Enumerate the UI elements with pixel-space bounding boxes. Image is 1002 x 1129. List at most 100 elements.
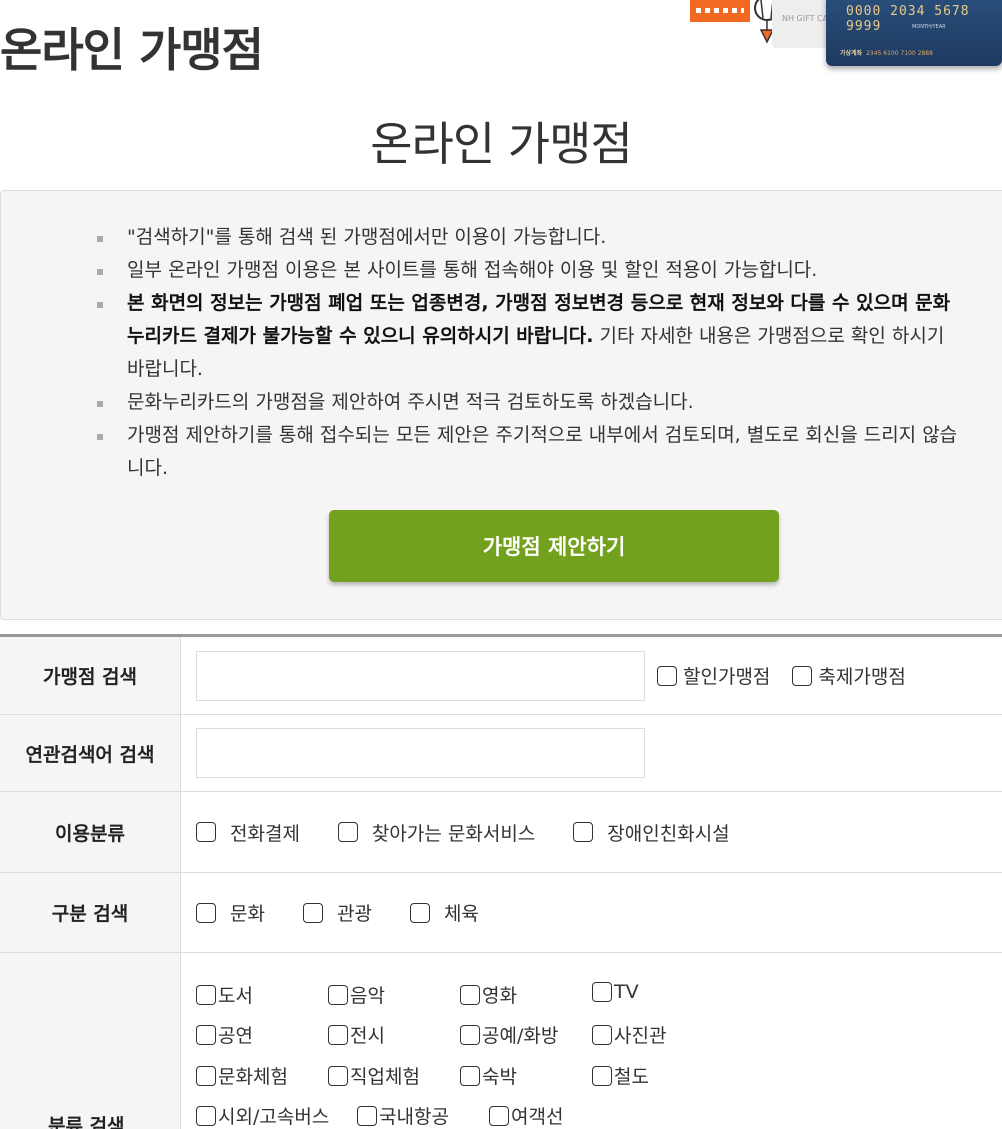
category-label: 분류 검색 xyxy=(48,1115,125,1129)
category-checkbox-ferry[interactable]: 여객선 xyxy=(489,1102,563,1129)
division-label: 구분 검색 xyxy=(0,873,181,952)
checkbox-box[interactable] xyxy=(196,984,216,1005)
header: 온라인 가맹점 NH GIFT CA 0000 2034 5678 9999 M… xyxy=(0,0,1002,80)
suggest-store-button[interactable]: 가맹점 제안하기 xyxy=(329,510,779,582)
culture-card-image: 0000 2034 5678 9999 MONTH/YEAR 가상계좌 2345 … xyxy=(826,0,1002,66)
category-checkbox-books[interactable]: 도서 xyxy=(196,981,253,1008)
category-options: 도서 음악 영화 TV 공연 전시 공예/화방 사진관 문화체험 직업체험 숙박… xyxy=(181,953,1002,1128)
checkbox-box[interactable] xyxy=(196,1105,216,1126)
checkbox-box[interactable] xyxy=(573,822,594,842)
festival-store-checkbox[interactable]: 축제가맹점 xyxy=(792,662,906,689)
checkbox-label: 문화체험 xyxy=(218,1066,288,1088)
search-table: 가맹점 검색 할인가맹점 축제가맹점 연관검색어 검색 이용분류 전화결제 찾아… xyxy=(0,634,1002,1129)
checkbox-label: 전시 xyxy=(350,1025,385,1047)
usage-phone-checkbox[interactable]: 전화결제 xyxy=(196,819,300,846)
notice-text: 문화누리카드의 가맹점을 제안하여 주시면 적극 검토하도록 하겠습니다. xyxy=(127,391,694,413)
checkbox-label: 영화 xyxy=(482,985,517,1007)
checkbox-label: 체육 xyxy=(443,903,479,925)
checkbox-label: 할인가맹점 xyxy=(683,666,771,688)
checkbox-box[interactable] xyxy=(460,984,480,1005)
division-tourism-checkbox[interactable]: 관광 xyxy=(302,899,372,926)
category-checkbox-photo[interactable]: 사진관 xyxy=(592,1021,666,1048)
checkbox-box[interactable] xyxy=(328,984,348,1005)
category-checkbox-job-experience[interactable]: 직업체험 xyxy=(328,1062,420,1089)
checkbox-box[interactable] xyxy=(657,665,677,686)
section-title: 온라인 가맹점 xyxy=(370,117,633,171)
checkbox-box[interactable] xyxy=(460,1024,480,1045)
checkbox-label: TV xyxy=(614,981,639,1003)
gift-card-text: NH GIFT CA xyxy=(782,14,829,23)
checkbox-label: 사진관 xyxy=(614,1025,667,1047)
notice-item: 문화누리카드의 가맹점을 제안하여 주시면 적극 검토하도록 하겠습니다. xyxy=(97,386,963,419)
division-sports-checkbox[interactable]: 체육 xyxy=(409,899,479,926)
category-checkbox-bus[interactable]: 시외/고속버스 xyxy=(196,1102,329,1129)
related-search-label: 연관검색어 검색 xyxy=(0,715,181,791)
notice-text: "검색하기"를 통해 검색 된 가맹점에서만 이용이 가능합니다. xyxy=(127,226,607,248)
discount-store-checkbox[interactable]: 할인가맹점 xyxy=(657,662,770,689)
usage-label: 이용분류 xyxy=(0,792,181,872)
checkbox-box[interactable] xyxy=(489,1105,509,1126)
checkbox-label: 문화 xyxy=(230,903,265,925)
page-title: 온라인 가맹점 xyxy=(0,23,264,77)
checkbox-box[interactable] xyxy=(409,902,430,923)
card-account-label: 가상계좌 2345 6100 7100 2888 xyxy=(840,48,933,57)
category-row: 분류 검색 도서 음악 영화 TV 공연 전시 공예/화방 사진관 문화체험 직… xyxy=(0,953,1002,1129)
checkbox-box[interactable] xyxy=(337,822,358,842)
notice-item: 본 화면의 정보는 가맹점 폐업 또는 업종변경, 가맹점 정보변경 등으로 현… xyxy=(97,287,963,386)
store-search-row: 가맹점 검색 할인가맹점 축제가맹점 xyxy=(0,637,1002,715)
category-checkbox-movie[interactable]: 영화 xyxy=(460,981,517,1008)
checkbox-box[interactable] xyxy=(592,1065,612,1086)
gift-card-strip xyxy=(690,0,750,22)
division-row: 구분 검색 문화 관광 체육 xyxy=(0,873,1002,953)
division-culture-checkbox[interactable]: 문화 xyxy=(196,899,265,926)
category-body: 도서 음악 영화 TV 공연 전시 공예/화방 사진관 문화체험 직업체험 숙박… xyxy=(181,953,1002,1129)
category-checkbox-music[interactable]: 음악 xyxy=(328,981,385,1008)
checkbox-label: 숙박 xyxy=(482,1066,517,1088)
notice-text: 가맹점 제안하기를 통해 접수되는 모든 제안은 주기적으로 내부에서 검토되며… xyxy=(127,424,958,479)
checkbox-box[interactable] xyxy=(196,1024,216,1045)
checkbox-box[interactable] xyxy=(792,665,813,686)
division-body: 문화 관광 체육 xyxy=(181,873,1002,952)
category-checkbox-domestic-flight[interactable]: 국내항공 xyxy=(357,1102,449,1129)
checkbox-label: 전화결제 xyxy=(230,822,300,845)
checkbox-label: 직업체험 xyxy=(350,1066,420,1088)
banner-image: NH GIFT CA 0000 2034 5678 9999 MONTH/YEA… xyxy=(690,0,1002,76)
related-search-row: 연관검색어 검색 xyxy=(0,715,1002,792)
usage-accessible-checkbox[interactable]: 장애인친화시설 xyxy=(573,819,730,846)
checkbox-box[interactable] xyxy=(196,1065,216,1086)
category-checkbox-performance[interactable]: 공연 xyxy=(196,1021,253,1048)
usage-body: 전화결제 찾아가는 문화서비스 장애인친화시설 xyxy=(181,792,1002,872)
notice-item: "검색하기"를 통해 검색 된 가맹점에서만 이용이 가능합니다. xyxy=(97,221,963,254)
category-checkbox-railway[interactable]: 철도 xyxy=(592,1062,649,1089)
store-search-input[interactable] xyxy=(196,650,645,701)
checkbox-box[interactable] xyxy=(196,902,216,923)
checkbox-label: 도서 xyxy=(218,985,253,1007)
category-checkbox-culture-experience[interactable]: 문화체험 xyxy=(196,1062,288,1089)
checkbox-label: 찾아가는 문화서비스 xyxy=(371,822,536,845)
usage-visiting-checkbox[interactable]: 찾아가는 문화서비스 xyxy=(337,819,536,846)
card-account-number: 2345 6100 7100 2888 xyxy=(866,50,933,57)
checkbox-box[interactable] xyxy=(460,1065,480,1086)
notice-item: 일부 온라인 가맹점 이용은 본 사이트를 통해 접속해야 이용 및 할인 적용… xyxy=(97,254,963,287)
category-checkbox-craft[interactable]: 공예/화방 xyxy=(460,1021,558,1048)
category-checkbox-exhibition[interactable]: 전시 xyxy=(328,1021,385,1048)
card-account-title: 가상계좌 xyxy=(840,50,863,57)
checkbox-box[interactable] xyxy=(357,1105,377,1126)
related-search-input[interactable] xyxy=(196,728,645,778)
checkbox-label: 관광 xyxy=(336,903,372,925)
usage-row: 이용분류 전화결제 찾아가는 문화서비스 장애인친화시설 xyxy=(0,792,1002,873)
checkbox-box[interactable] xyxy=(196,822,216,842)
card-expiry-label: MONTH/YEAR xyxy=(912,24,946,30)
checkbox-box[interactable] xyxy=(592,982,612,1002)
checkbox-label: 국내항공 xyxy=(379,1106,449,1128)
checkbox-box[interactable] xyxy=(302,902,323,923)
store-search-label: 가맹점 검색 xyxy=(0,637,181,714)
category-checkbox-tv[interactable]: TV xyxy=(592,981,639,1003)
related-search-body xyxy=(181,715,1002,791)
category-checkbox-lodging[interactable]: 숙박 xyxy=(460,1062,517,1089)
checkbox-label: 철도 xyxy=(614,1066,649,1088)
notice-text: 일부 온라인 가맹점 이용은 본 사이트를 통해 접속해야 이용 및 할인 적용… xyxy=(127,259,818,281)
checkbox-box[interactable] xyxy=(328,1065,348,1086)
checkbox-box[interactable] xyxy=(592,1024,612,1045)
checkbox-box[interactable] xyxy=(328,1024,348,1045)
